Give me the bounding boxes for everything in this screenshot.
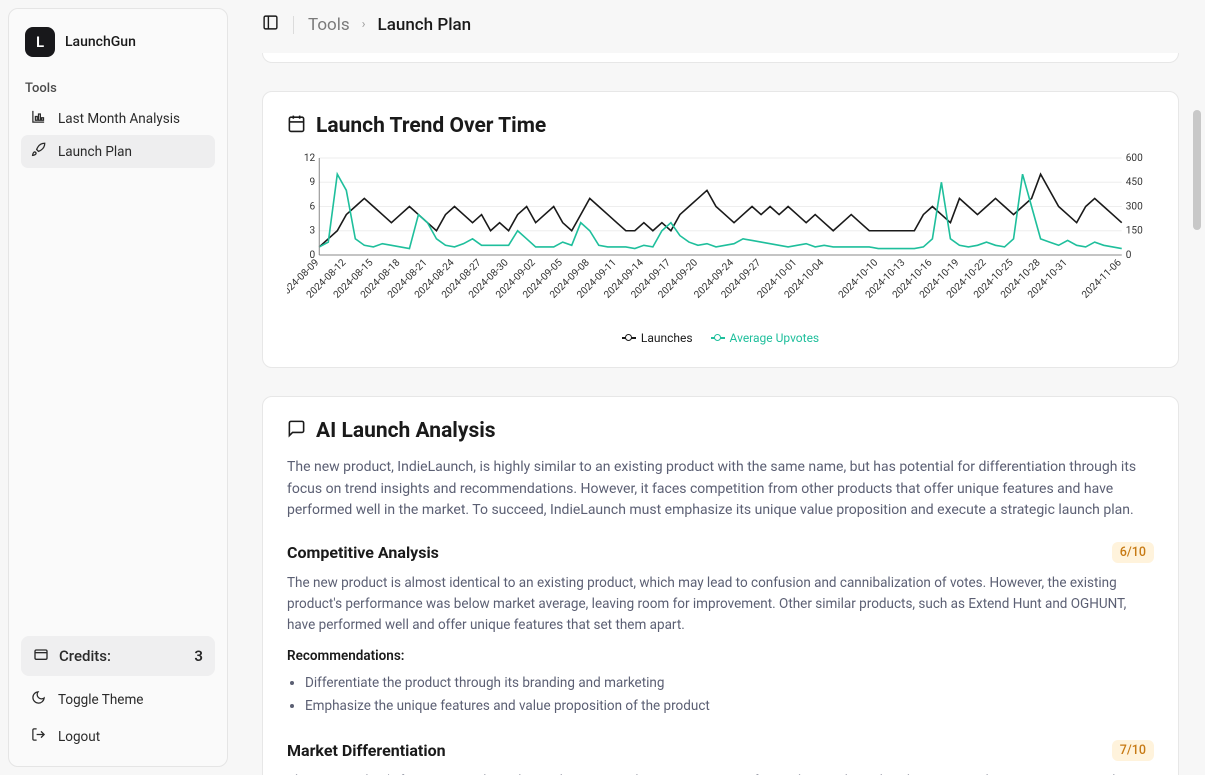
chart-card-title: Launch Trend Over Time <box>287 114 1154 138</box>
section-text: The new product is almost identical to a… <box>287 573 1154 636</box>
chart-card: Launch Trend Over Time 03691201503004506… <box>262 91 1179 368</box>
logout-button[interactable]: Logout <box>21 719 215 754</box>
list-item: Differentiate the product through its br… <box>305 672 1154 695</box>
wallet-icon <box>33 646 49 666</box>
calendar-icon <box>287 114 306 138</box>
credits-label: Credits: <box>59 647 111 665</box>
sidebar: L LaunchGun Tools Last Month Analysis La… <box>8 8 228 767</box>
main: Tools › Launch Plan Launch Trend Over Ti… <box>236 0 1205 775</box>
panel-toggle-icon[interactable] <box>262 14 279 35</box>
brand-logo: L <box>25 27 55 57</box>
legend-upvotes: Average Upvotes <box>711 331 820 345</box>
toggle-theme-button[interactable]: Toggle Theme <box>21 682 215 717</box>
chart-title-text: Launch Trend Over Time <box>316 114 546 138</box>
bar-chart-icon <box>31 109 46 128</box>
svg-text:0: 0 <box>1126 250 1132 261</box>
analysis-summary: The new product, IndieLaunch, is highly … <box>287 457 1154 522</box>
sidebar-item-label: Last Month Analysis <box>58 111 180 127</box>
sidebar-footer: Credits: 3 Toggle Theme Logout <box>21 636 215 754</box>
nav-heading-tools: Tools <box>25 81 211 96</box>
svg-text:150: 150 <box>1126 226 1143 237</box>
sidebar-item-last-month-analysis[interactable]: Last Month Analysis <box>21 102 215 135</box>
logout-icon <box>31 727 46 746</box>
svg-text:2024-11-06: 2024-11-06 <box>1080 257 1124 301</box>
recommendations-list: Differentiate the product through its br… <box>287 672 1154 718</box>
toggle-theme-label: Toggle Theme <box>58 692 143 708</box>
legend-launches: Launches <box>622 331 693 345</box>
sidebar-item-launch-plan[interactable]: Launch Plan <box>21 135 215 168</box>
list-item: Emphasize the unique features and value … <box>305 695 1154 718</box>
section-head-differentiation: Market Differentiation 7/10 <box>287 740 1154 761</box>
section-text: The new product's focus on trend insight… <box>287 771 1154 775</box>
brand[interactable]: L LaunchGun <box>21 21 215 67</box>
svg-text:3: 3 <box>310 226 316 237</box>
moon-icon <box>31 690 46 709</box>
chevron-right-icon: › <box>362 17 366 32</box>
svg-text:450: 450 <box>1126 177 1143 188</box>
svg-text:600: 600 <box>1126 153 1143 164</box>
credits-value: 3 <box>194 647 203 665</box>
scrollbar[interactable] <box>1189 0 1203 775</box>
sidebar-item-label: Launch Plan <box>58 144 132 160</box>
score-badge: 7/10 <box>1112 740 1154 761</box>
analysis-card-title: AI Launch Analysis <box>287 419 1154 443</box>
recommendations-title: Recommendations: <box>287 648 1154 664</box>
chart-legend: Launches Average Upvotes <box>287 331 1154 345</box>
score-badge: 6/10 <box>1112 542 1154 563</box>
analysis-card: AI Launch Analysis The new product, Indi… <box>262 396 1179 775</box>
scrollbar-thumb[interactable] <box>1193 110 1201 230</box>
breadcrumb: Tools › Launch Plan <box>308 15 471 35</box>
separator <box>293 16 294 34</box>
svg-text:12: 12 <box>304 153 316 164</box>
previous-card-edge <box>262 53 1179 63</box>
analysis-title-text: AI Launch Analysis <box>316 419 496 443</box>
breadcrumb-parent[interactable]: Tools <box>308 15 350 35</box>
logout-label: Logout <box>58 729 100 745</box>
content: Launch Trend Over Time 03691201503004506… <box>236 53 1205 775</box>
section-heading: Competitive Analysis <box>287 543 439 562</box>
breadcrumb-current: Launch Plan <box>378 15 472 35</box>
chart: 03691201503004506002024-08-092024-08-122… <box>287 152 1154 327</box>
message-icon <box>287 419 306 443</box>
svg-text:6: 6 <box>310 202 316 213</box>
svg-text:9: 9 <box>310 177 316 188</box>
credits-box[interactable]: Credits: 3 <box>21 636 215 676</box>
brand-name: LaunchGun <box>65 34 136 50</box>
section-heading: Market Differentiation <box>287 741 446 760</box>
svg-text:300: 300 <box>1126 202 1143 213</box>
topbar: Tools › Launch Plan <box>236 0 1205 53</box>
section-head-competitive: Competitive Analysis 6/10 <box>287 542 1154 563</box>
rocket-icon <box>31 142 46 161</box>
